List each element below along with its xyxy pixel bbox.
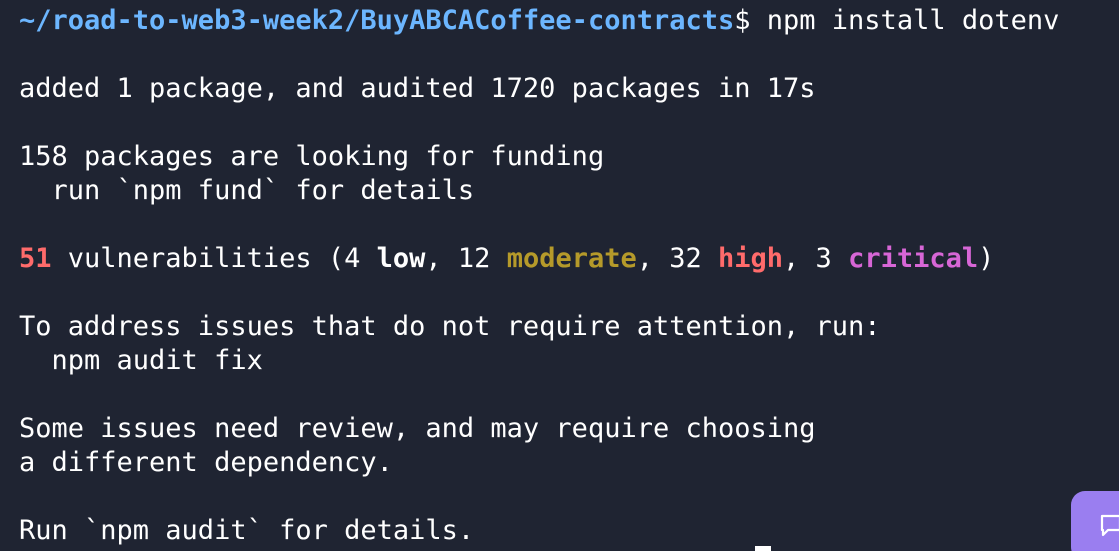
address-line: To address issues that do not require at… <box>19 311 881 342</box>
vuln-critical: critical <box>848 243 979 274</box>
vuln-high: high <box>718 243 784 274</box>
vuln-count: 51 <box>19 243 52 274</box>
prompt-line: ~/road-to-web3-week2/BuyABCACoffee-contr… <box>19 4 1119 38</box>
added-line: added 1 package, and audited 1720 packag… <box>19 73 816 104</box>
prompt-symbol: $ <box>734 5 751 36</box>
terminal-cursor <box>755 546 771 551</box>
vulnerabilities-line: 51 vulnerabilities (4 low, 12 moderate, … <box>19 242 1119 276</box>
vuln-sep: , 3 <box>783 243 849 274</box>
run-audit-line: Run `npm audit` for details. <box>19 515 475 546</box>
vuln-text: vulnerabilities (4 <box>51 243 377 274</box>
vuln-sep: , 32 <box>636 243 719 274</box>
vuln-moderate: moderate <box>506 243 637 274</box>
vuln-sep: , 12 <box>425 243 507 274</box>
terminal-window[interactable]: ~/road-to-web3-week2/BuyABCACoffee-contr… <box>0 0 1119 551</box>
review-line-2: a different dependency. <box>19 447 393 478</box>
vuln-close: ) <box>978 243 995 274</box>
vuln-low: low <box>376 243 426 274</box>
chat-button[interactable] <box>1071 491 1119 551</box>
command-text: npm install dotenv <box>750 5 1060 36</box>
funding-line: 158 packages are looking for funding <box>19 141 605 172</box>
chat-bubble-icon <box>1100 514 1119 537</box>
audit-fix-line: npm audit fix <box>19 345 263 376</box>
prompt-path: ~/road-to-web3-week2/BuyABCACoffee-contr… <box>19 5 735 36</box>
review-line-1: Some issues need review, and may require… <box>19 413 816 444</box>
fund-hint-line: run `npm fund` for details <box>19 175 475 206</box>
